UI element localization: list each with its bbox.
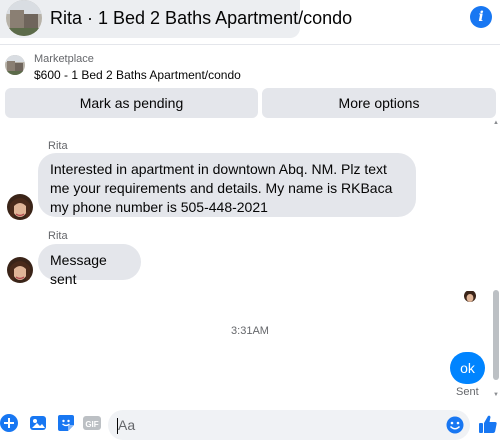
marketplace-label: Marketplace: [34, 53, 94, 65]
sticker-icon[interactable]: [57, 414, 75, 432]
svg-text:GIF: GIF: [85, 420, 98, 429]
listing-thumbnail[interactable]: [5, 55, 25, 75]
scroll-up-arrow-icon[interactable]: ▲: [492, 120, 500, 126]
message-composer: GIF: [0, 404, 500, 440]
avatar[interactable]: [7, 257, 33, 283]
text-cursor: [117, 418, 118, 434]
delivery-status: Sent: [456, 386, 479, 398]
avatar[interactable]: [7, 194, 33, 220]
emoji-icon[interactable]: [446, 416, 464, 434]
conversation-title-pill[interactable]: Rita · 1 Bed 2 Baths Apartment/condo: [0, 0, 352, 38]
thumbs-up-icon[interactable]: [478, 414, 498, 434]
outgoing-message-bubble[interactable]: ok: [450, 352, 485, 384]
info-icon[interactable]: i: [470, 6, 492, 28]
message-bubble[interactable]: Message sent: [38, 244, 141, 287]
conversation-header: Rita · 1 Bed 2 Baths Apartment/condo i: [0, 0, 500, 44]
mark-as-pending-button[interactable]: Mark as pending: [5, 88, 258, 118]
header-divider: [0, 44, 500, 45]
gif-icon[interactable]: GIF: [83, 414, 101, 432]
listing-photo: [6, 0, 42, 36]
sender-name: Rita: [48, 140, 68, 152]
plus-circle-icon[interactable]: [0, 414, 18, 432]
image-icon[interactable]: [29, 414, 47, 432]
message-bubble[interactable]: Interested in apartment in downtown Abq.…: [38, 153, 416, 217]
scroll-down-arrow-icon[interactable]: ▼: [492, 392, 500, 398]
message-timestamp: 3:31AM: [231, 325, 269, 337]
sender-name: Rita: [48, 230, 68, 242]
message-input[interactable]: [108, 410, 470, 440]
listing-title[interactable]: $600 - 1 Bed 2 Baths Apartment/condo: [34, 68, 241, 82]
conversation-title: Rita · 1 Bed 2 Baths Apartment/condo: [50, 8, 353, 28]
seen-indicator-avatar: [464, 290, 476, 302]
more-options-button[interactable]: More options: [262, 88, 496, 118]
